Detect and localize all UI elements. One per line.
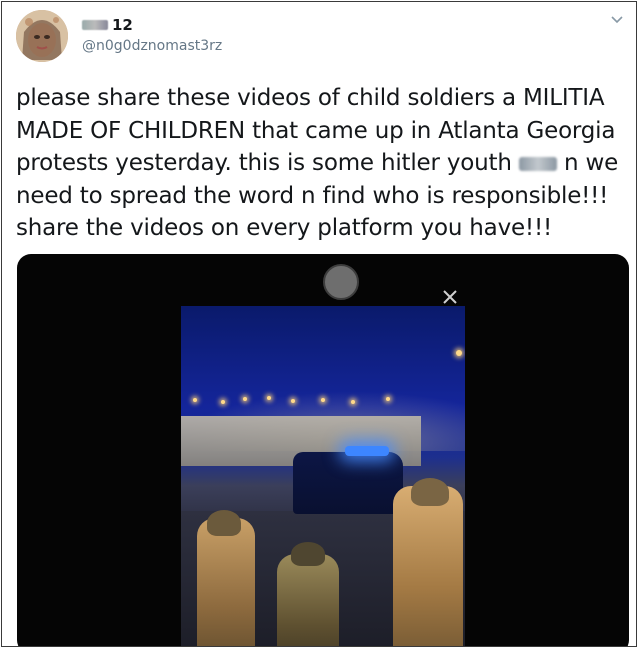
police-car [293,446,403,514]
redacted-name-blur [82,20,108,30]
figure-center-helmet [291,542,325,566]
tweet-card: 12 @n0g0dznomast3rz please share these v… [1,1,637,647]
video-player[interactable] [17,254,629,646]
close-icon[interactable] [441,288,459,306]
figure-left [197,518,255,646]
chevron-down-icon[interactable] [610,12,624,26]
figure-center [277,554,339,646]
distant-lights [181,350,465,408]
user-names: 12 @n0g0dznomast3rz [82,16,222,54]
redacted-word-blur [518,156,557,171]
police-light [345,446,389,456]
figure-left-helmet [207,510,241,536]
display-name[interactable]: 12 [82,16,222,34]
figure-right-helmet [411,478,449,506]
video-frame [181,306,465,646]
tweet-text: please share these videos of child soldi… [16,82,621,245]
pause-icon[interactable] [323,264,359,300]
figure-right [393,486,463,646]
display-name-suffix: 12 [112,16,133,34]
user-handle[interactable]: @n0g0dznomast3rz [82,38,222,54]
avatar[interactable] [16,10,68,62]
tweet-header: 12 @n0g0dznomast3rz [16,10,616,66]
avatar-image [16,10,68,62]
